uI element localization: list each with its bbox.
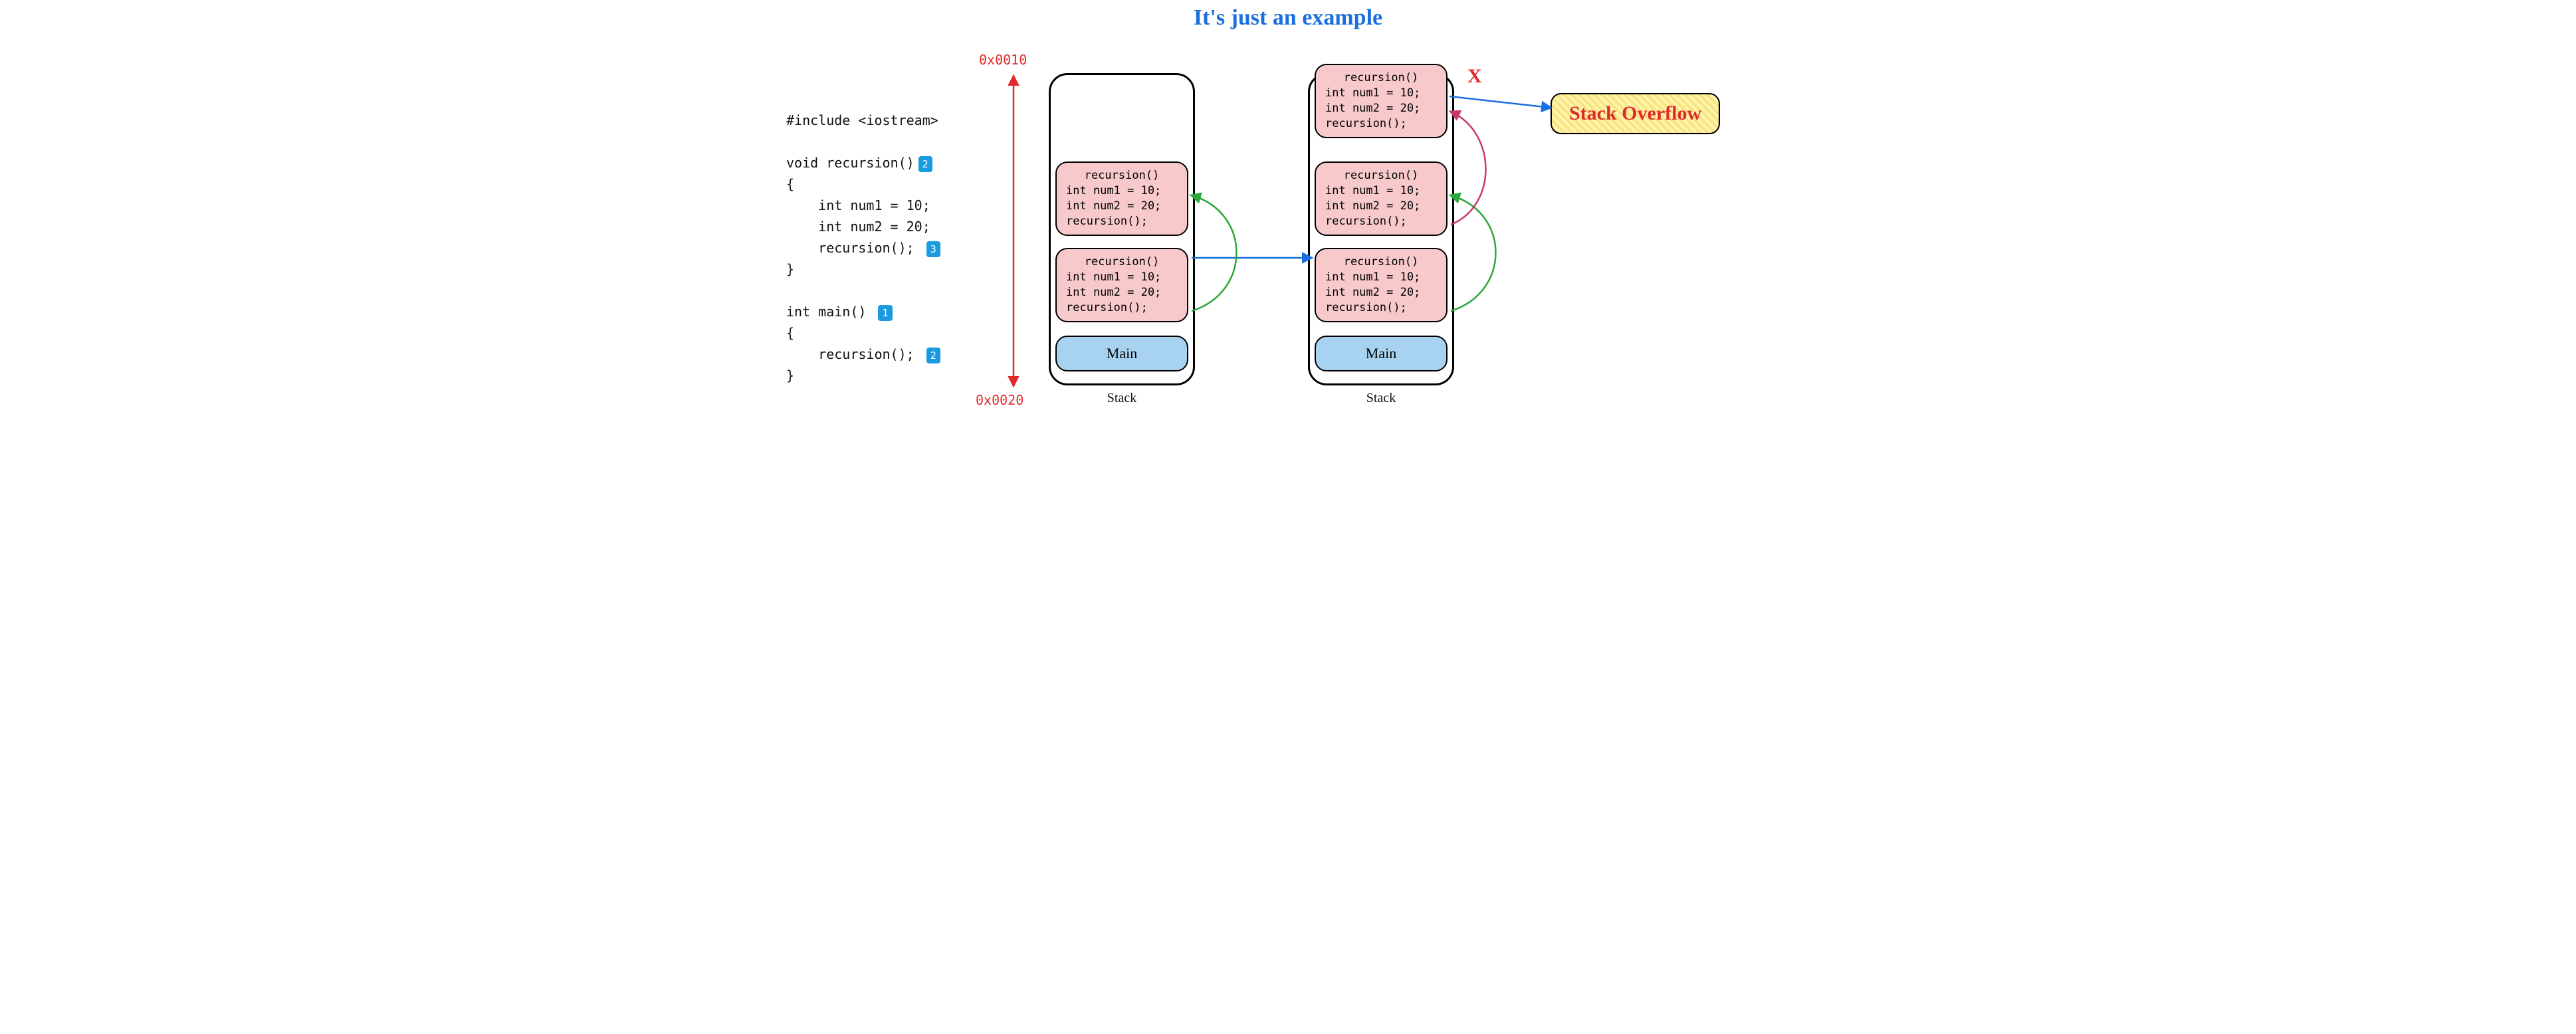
code-line: { xyxy=(786,173,940,195)
code-line: } xyxy=(786,258,940,280)
stack1-main: Main xyxy=(1055,336,1188,371)
diagram-title: It's just an example xyxy=(773,5,1803,31)
stack-overflow-label: Stack Overflow xyxy=(1551,93,1720,134)
stack1-frame-2: recursion() int num1 = 10; int num2 = 20… xyxy=(1055,161,1188,236)
badge-2b: 2 xyxy=(926,348,940,363)
address-top: 0x0010 xyxy=(979,52,1027,68)
stack2-frame-2: recursion() int num1 = 10; int num2 = 20… xyxy=(1315,161,1448,236)
stack-2-label: Stack xyxy=(1308,391,1454,406)
overflow-arrow xyxy=(1449,96,1551,108)
stack2-frame-3-overflow: recursion() int num1 = 10; int num2 = 20… xyxy=(1315,64,1448,138)
stack2-recurse-arrow-1 xyxy=(1451,195,1496,311)
code-line: recursion(); 3 xyxy=(786,237,940,258)
stack1-frame-1: recursion() int num1 = 10; int num2 = 20… xyxy=(1055,248,1188,322)
code-line: recursion(); 2 xyxy=(786,344,940,365)
code-line: int num2 = 20; xyxy=(786,216,940,237)
badge-2: 2 xyxy=(918,156,932,172)
address-bottom: 0x0020 xyxy=(976,392,1023,408)
stack1-recurse-arrow xyxy=(1192,195,1237,311)
stack2-frame-1: recursion() int num1 = 10; int num2 = 20… xyxy=(1315,248,1448,322)
stack-1-label: Stack xyxy=(1049,391,1195,406)
code-line: #include <iostream> xyxy=(786,110,940,131)
stack2-recurse-arrow-2 xyxy=(1451,112,1486,225)
diagram-canvas: It's just an example #include <iostream>… xyxy=(773,0,1803,432)
code-line: void recursion()2 xyxy=(786,152,940,173)
code-block: #include <iostream> void recursion()2 { … xyxy=(786,110,940,386)
code-line: int main() 1 xyxy=(786,301,940,322)
x-mark: X xyxy=(1467,65,1482,88)
code-line: { xyxy=(786,322,940,344)
code-line: } xyxy=(786,365,940,386)
code-line: int num1 = 10; xyxy=(786,195,940,216)
stack2-main: Main xyxy=(1315,336,1448,371)
badge-1: 1 xyxy=(878,305,892,321)
badge-3: 3 xyxy=(926,241,940,257)
